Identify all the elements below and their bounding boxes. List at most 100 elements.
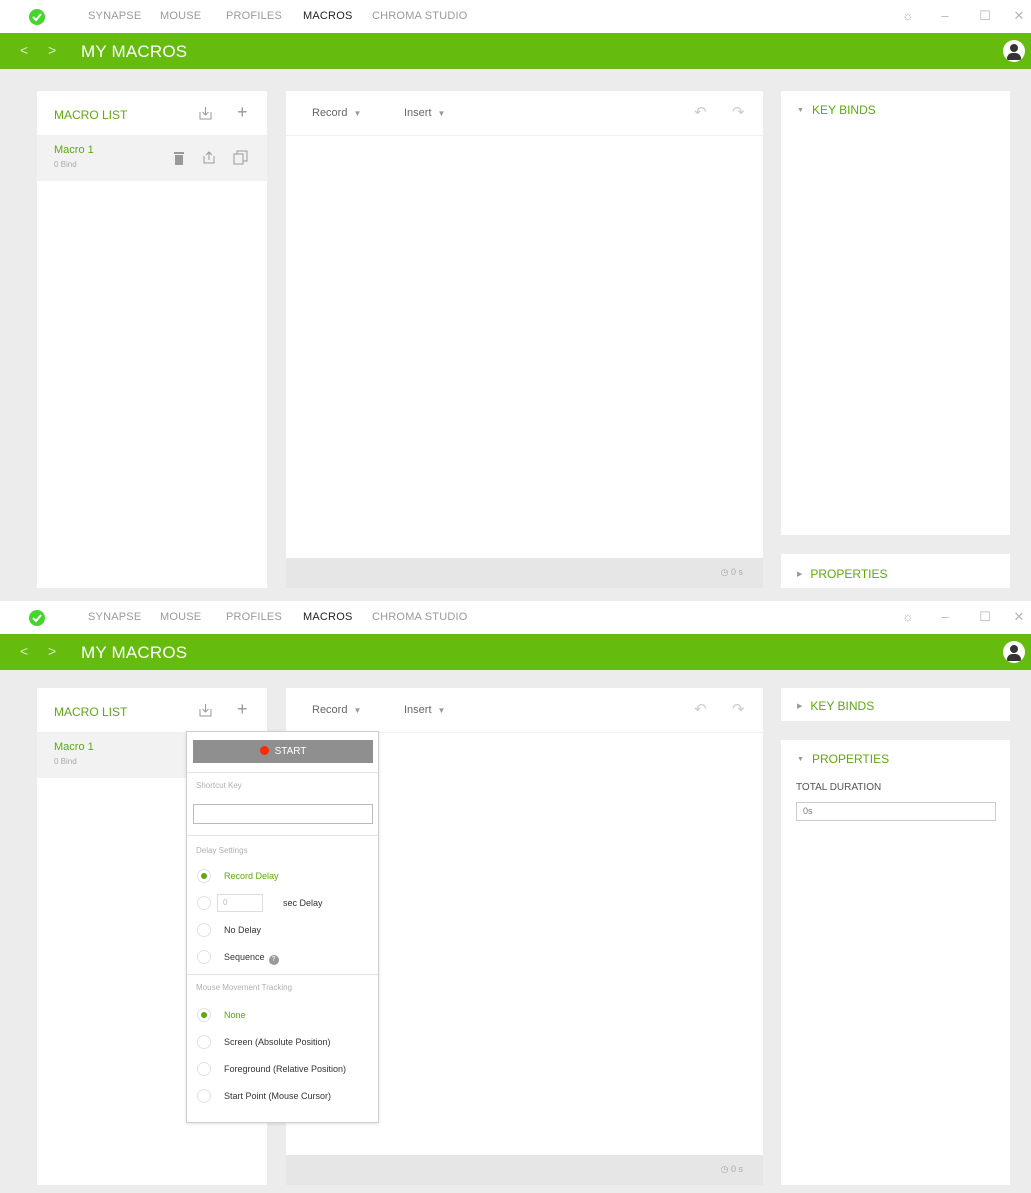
list-item[interactable]: Macro 1 0 Bind	[37, 136, 267, 181]
chevron-down-icon: ▼	[437, 109, 446, 118]
forward-arrow-icon[interactable]: >	[48, 42, 56, 58]
tracking-start-point-option[interactable]: Start Point (Mouse Cursor)	[224, 1091, 331, 1101]
record-delay-radio[interactable]	[197, 869, 211, 883]
no-delay-radio[interactable]	[197, 923, 211, 937]
duration-value: 0 s	[730, 1164, 743, 1174]
minimize-icon[interactable]: –	[937, 609, 953, 625]
properties-panel: ▶ PROPERTIES	[781, 554, 1010, 588]
key-binds-panel: ▶ KEY BINDS	[781, 688, 1010, 721]
chevron-down-icon: ▼	[797, 107, 804, 114]
export-icon[interactable]	[202, 150, 216, 168]
chevron-right-icon: ▶	[797, 571, 803, 578]
tracking-foreground-option[interactable]: Foreground (Relative Position)	[224, 1064, 346, 1074]
shortcut-key-input[interactable]	[193, 804, 373, 824]
maximize-icon[interactable]: ☐	[977, 609, 993, 625]
tab-mouse[interactable]: MOUSE	[160, 611, 201, 623]
redo-icon[interactable]: ↷	[732, 702, 745, 717]
tab-profiles[interactable]: PROFILES	[226, 10, 282, 22]
chevron-down-icon: ▼	[353, 109, 362, 118]
duration-value: 0 s	[730, 567, 743, 577]
macro-list-title: MACRO LIST	[54, 705, 128, 719]
start-recording-button[interactable]: START	[193, 740, 373, 763]
redo-icon[interactable]: ↷	[732, 105, 745, 120]
header-bar: < > MY MACROS	[0, 33, 1031, 69]
properties-title: PROPERTIES	[811, 752, 890, 766]
tracking-screen-option[interactable]: Screen (Absolute Position)	[224, 1037, 331, 1047]
clock-icon: ◷	[720, 1164, 731, 1174]
sec-delay-radio[interactable]	[197, 896, 211, 910]
close-icon[interactable]: ✕	[1011, 8, 1027, 24]
tracking-start-point-radio[interactable]	[197, 1089, 211, 1103]
duplicate-icon[interactable]	[233, 150, 248, 168]
clock-icon: ◷	[720, 567, 731, 577]
app-window-1: SYNAPSE MOUSE PROFILES MACROS CHROMA STU…	[0, 0, 1031, 601]
tab-mouse[interactable]: MOUSE	[160, 10, 201, 22]
tab-synapse[interactable]: SYNAPSE	[88, 611, 141, 623]
delay-settings-label: Delay Settings	[196, 846, 248, 855]
back-arrow-icon[interactable]: <	[20, 42, 28, 58]
record-label: Record	[312, 704, 348, 716]
tracking-foreground-radio[interactable]	[197, 1062, 211, 1076]
import-icon[interactable]	[198, 703, 213, 721]
tracking-screen-radio[interactable]	[197, 1035, 211, 1049]
tab-chroma-studio[interactable]: CHROMA STUDIO	[372, 10, 468, 22]
record-dropdown[interactable]: Record ▼	[312, 704, 361, 716]
forward-arrow-icon[interactable]: >	[48, 643, 56, 659]
maximize-icon[interactable]: ☐	[977, 8, 993, 24]
settings-gear-icon[interactable]: ☼	[900, 8, 916, 24]
tab-synapse[interactable]: SYNAPSE	[88, 10, 141, 22]
close-icon[interactable]: ✕	[1011, 609, 1027, 625]
macro-name: Macro 1	[54, 741, 94, 753]
add-macro-icon[interactable]: +	[237, 700, 248, 718]
record-delay-option[interactable]: Record Delay	[224, 871, 279, 881]
macro-list-title: MACRO LIST	[54, 108, 128, 122]
key-binds-panel: ▼ KEY BINDS	[781, 91, 1010, 535]
title-bar: SYNAPSE MOUSE PROFILES MACROS CHROMA STU…	[0, 0, 1031, 33]
sequence-radio[interactable]	[197, 950, 211, 964]
total-duration-field[interactable]: 0s	[796, 802, 996, 821]
tab-profiles[interactable]: PROFILES	[226, 611, 282, 623]
macro-bind-count: 0 Bind	[54, 160, 77, 169]
import-icon[interactable]	[198, 106, 213, 124]
header-bar: < > MY MACROS	[0, 634, 1031, 670]
key-binds-toggle[interactable]: ▼ KEY BINDS	[797, 103, 876, 117]
back-arrow-icon[interactable]: <	[20, 643, 28, 659]
delete-icon[interactable]	[173, 151, 185, 168]
undo-icon[interactable]: ↶	[694, 702, 707, 717]
tab-macros[interactable]: MACROS	[303, 10, 352, 22]
editor-toolbar: Record ▼ Insert ▼ ↶ ↷	[286, 91, 763, 136]
chevron-down-icon: ▼	[797, 756, 804, 763]
app-window-2: SYNAPSE MOUSE PROFILES MACROS CHROMA STU…	[0, 601, 1031, 1193]
key-binds-title: KEY BINDS	[811, 103, 876, 117]
record-dropdown[interactable]: Record ▼	[312, 107, 361, 119]
tab-macros[interactable]: MACROS	[303, 611, 352, 623]
start-label: START	[274, 746, 307, 757]
divider	[187, 835, 378, 836]
insert-dropdown[interactable]: Insert ▼	[404, 107, 445, 119]
razer-logo-icon	[29, 610, 45, 626]
help-icon[interactable]: ?	[268, 955, 279, 965]
no-delay-option[interactable]: No Delay	[224, 925, 261, 935]
macro-list-header: MACRO LIST +	[37, 688, 267, 733]
key-binds-toggle[interactable]: ▶ KEY BINDS	[797, 699, 874, 713]
user-avatar-icon[interactable]	[1003, 641, 1025, 663]
sequence-option[interactable]: Sequence?	[224, 952, 279, 965]
insert-dropdown[interactable]: Insert ▼	[404, 704, 445, 716]
chevron-down-icon: ▼	[437, 706, 446, 715]
macro-duration: ◷ 0 s	[721, 567, 743, 578]
insert-label: Insert	[404, 107, 432, 119]
undo-icon[interactable]: ↶	[694, 105, 707, 120]
divider	[187, 772, 378, 773]
tab-chroma-studio[interactable]: CHROMA STUDIO	[372, 611, 468, 623]
minimize-icon[interactable]: –	[937, 8, 953, 24]
user-avatar-icon[interactable]	[1003, 40, 1025, 62]
settings-gear-icon[interactable]: ☼	[900, 609, 916, 625]
properties-toggle[interactable]: ▶ PROPERTIES	[797, 567, 888, 581]
title-bar: SYNAPSE MOUSE PROFILES MACROS CHROMA STU…	[0, 601, 1031, 634]
sec-delay-input[interactable]: 0	[217, 894, 263, 912]
tracking-none-radio[interactable]	[197, 1008, 211, 1022]
add-macro-icon[interactable]: +	[237, 103, 248, 121]
total-duration-label: TOTAL DURATION	[796, 782, 882, 793]
properties-toggle[interactable]: ▼ PROPERTIES	[797, 752, 889, 766]
tracking-none-option[interactable]: None	[224, 1010, 246, 1020]
